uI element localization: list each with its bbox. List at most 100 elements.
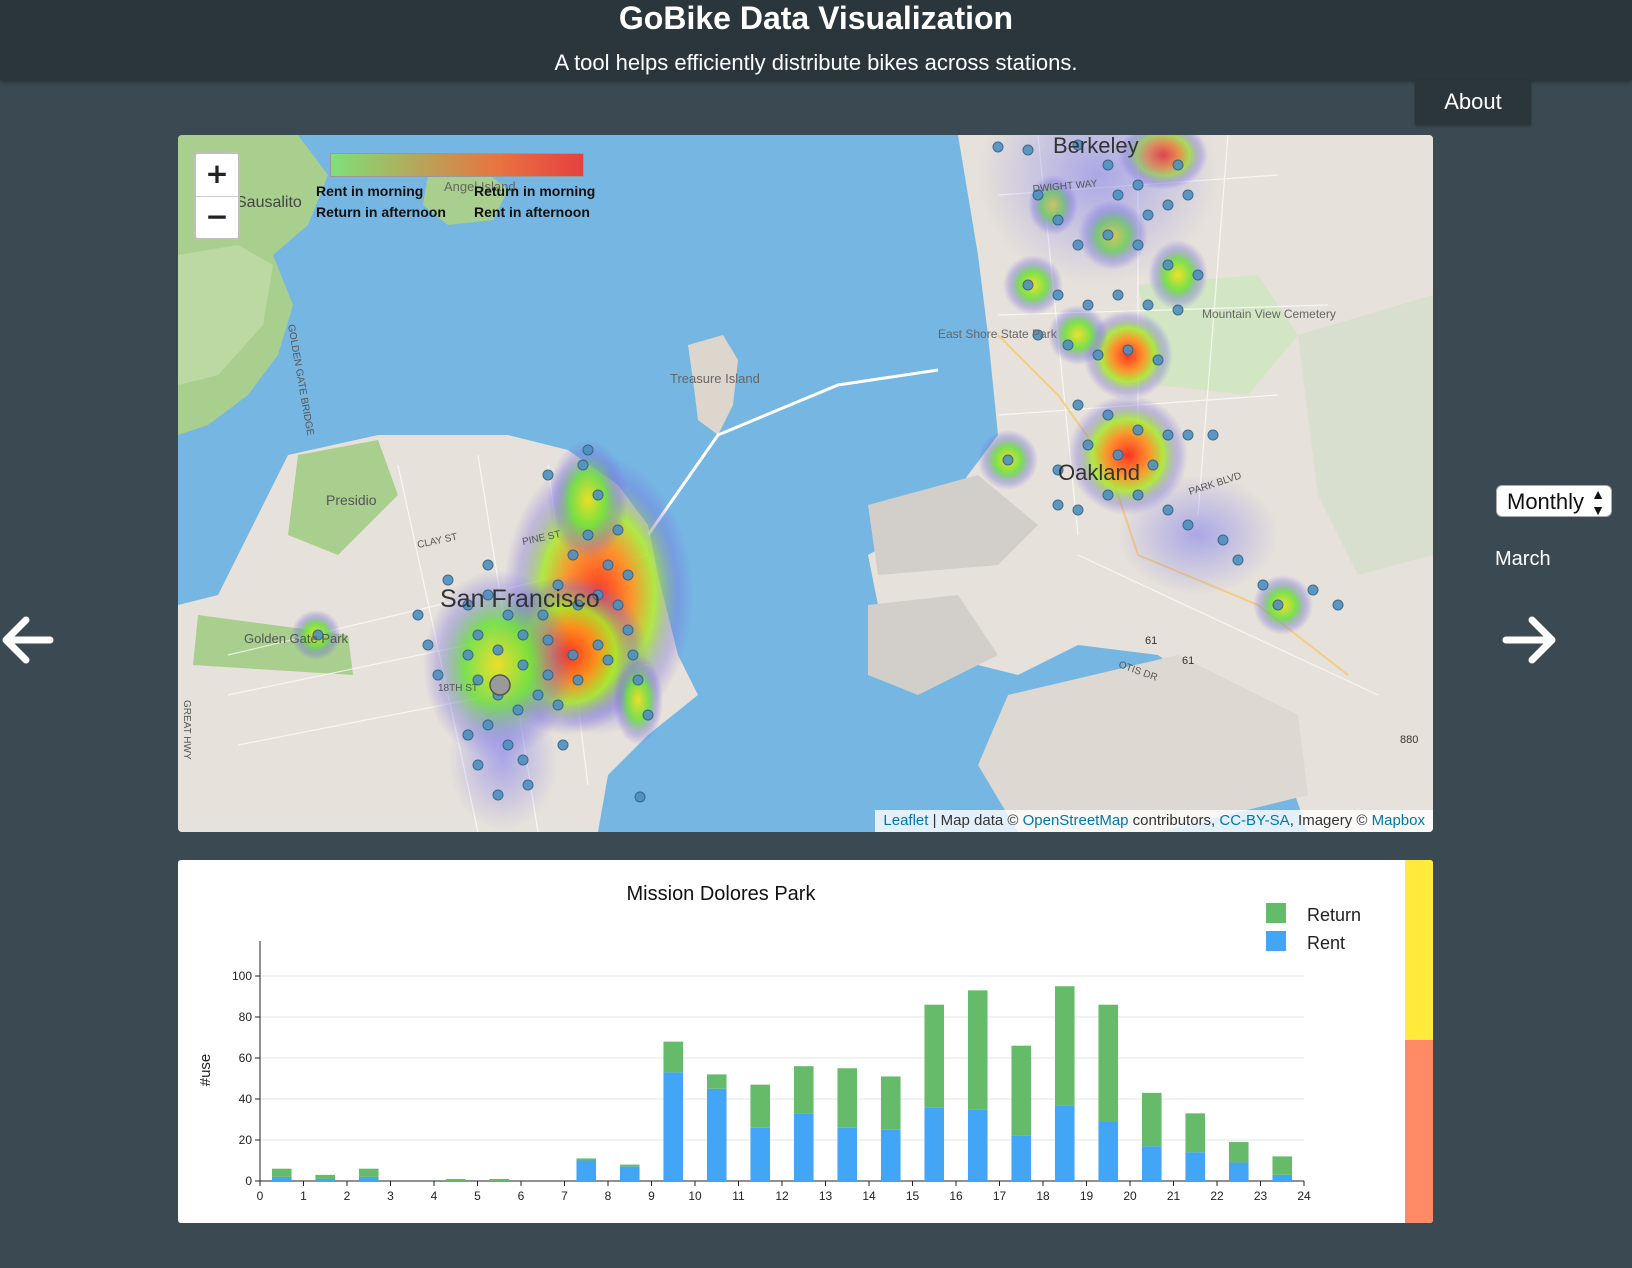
bar-return — [706, 1074, 727, 1089]
bar-rent — [619, 1166, 640, 1181]
x-tick-label: 19 — [1080, 1189, 1094, 1203]
status-strip-bottom — [1405, 1040, 1433, 1223]
bar-rent — [271, 1176, 292, 1181]
x-tick-label: 8 — [605, 1189, 612, 1203]
x-tick-label: 0 — [257, 1189, 264, 1203]
bar-return — [315, 1174, 336, 1179]
svg-text:Sausalito: Sausalito — [236, 194, 302, 211]
bar-rent — [315, 1178, 336, 1181]
y-tick-label: 40 — [239, 1092, 253, 1106]
svg-text:880: 880 — [1400, 734, 1418, 746]
x-tick-label: 22 — [1210, 1189, 1224, 1203]
x-tick-label: 9 — [648, 1189, 655, 1203]
osm-link[interactable]: OpenStreetMap — [1023, 812, 1129, 829]
y-tick-label: 80 — [239, 1010, 253, 1024]
zoom-out-button[interactable]: − — [196, 196, 238, 239]
mapbox-link[interactable]: Mapbox — [1372, 812, 1425, 829]
svg-text:Treasure Island: Treasure Island — [670, 371, 760, 386]
bar-return — [445, 1178, 466, 1181]
legend-left-bottom: Return in afternoon — [316, 204, 446, 220]
bar-rent — [1185, 1152, 1206, 1181]
bar-return — [1141, 1092, 1162, 1147]
x-tick-label: 3 — [387, 1189, 394, 1203]
x-tick-label: 14 — [862, 1189, 876, 1203]
bar-return — [358, 1168, 379, 1177]
zoom-in-button[interactable]: + — [196, 154, 238, 196]
about-button[interactable]: About — [1415, 80, 1531, 124]
svg-text:Presidio: Presidio — [326, 492, 377, 508]
attribution-text: contributors, — [1128, 812, 1220, 829]
legend-left-top: Rent in morning — [316, 183, 424, 199]
period-select[interactable]: Monthly ▲ ▼ — [1496, 485, 1612, 518]
bar-return — [576, 1158, 597, 1161]
bar-rent — [1272, 1174, 1293, 1181]
x-tick-label: 18 — [1036, 1189, 1050, 1203]
attribution-text: | Map data © — [928, 812, 1023, 829]
x-tick-label: 20 — [1123, 1189, 1137, 1203]
bar-return — [1185, 1113, 1206, 1153]
bar-rent — [924, 1107, 945, 1181]
app-header: GoBike Data Visualization A tool helps e… — [0, 0, 1632, 80]
x-tick-label: 2 — [344, 1189, 351, 1203]
bar-rent — [1054, 1105, 1075, 1181]
bar-rent — [1228, 1162, 1249, 1181]
svg-text:Oakland: Oakland — [1058, 460, 1140, 485]
next-arrow-icon[interactable] — [1500, 612, 1560, 668]
svg-text:GOLDEN GATE BRIDGE: GOLDEN GATE BRIDGE — [285, 324, 315, 437]
page-subtitle: A tool helps efficiently distribute bike… — [554, 50, 1078, 75]
bar-rent — [967, 1109, 988, 1181]
x-tick-label: 24 — [1297, 1189, 1311, 1203]
heatmap-legend-gradient — [330, 153, 584, 177]
bar-return — [1228, 1142, 1249, 1163]
y-tick-label: 0 — [245, 1174, 252, 1188]
bar-return — [1098, 1004, 1119, 1122]
bar-return — [1011, 1045, 1032, 1136]
select-caret-icon: ▲ ▼ — [1591, 486, 1605, 518]
bar-chart: 0204060801000 1 2 3 4 5 6 7 8 9 10 11 12 13 14 15 16 17 18… — [197, 941, 1311, 1203]
svg-text:GREAT HWY: GREAT HWY — [181, 700, 192, 760]
svg-text:18TH ST: 18TH ST — [438, 683, 478, 694]
bar-return — [750, 1084, 771, 1128]
x-tick-label: 16 — [949, 1189, 963, 1203]
previous-arrow-icon[interactable] — [0, 612, 56, 668]
legend-right-top: Return in morning — [474, 183, 596, 199]
bar-return — [837, 1068, 858, 1128]
bar-rent — [706, 1088, 727, 1181]
station-chart-panel: Mission Dolores Park Return Rent 0 20 40 60… — [178, 860, 1433, 1223]
leaflet-link[interactable]: Leaflet — [883, 812, 928, 829]
bar-return — [880, 1076, 901, 1130]
bar-return — [619, 1164, 640, 1167]
y-axis-label: #use — [197, 1054, 214, 1087]
x-tick-label: 5 — [474, 1189, 481, 1203]
x-tick-label: 21 — [1167, 1189, 1181, 1203]
bar-rent — [576, 1160, 597, 1181]
bar-return — [793, 1066, 814, 1114]
bar-return — [1272, 1156, 1293, 1175]
x-tick-label: 12 — [775, 1189, 789, 1203]
x-tick-label: 7 — [561, 1189, 568, 1203]
svg-text:East Shore State Park: East Shore State Park — [938, 327, 1058, 341]
svg-text:Golden Gate Park: Golden Gate Park — [244, 631, 349, 646]
x-tick-label: 6 — [518, 1189, 525, 1203]
bar-return — [967, 990, 988, 1110]
y-tick-label: 20 — [239, 1133, 253, 1147]
bar-rent — [663, 1072, 684, 1181]
legend-right-bottom: Rent in afternoon — [474, 204, 590, 220]
bar-rent — [358, 1176, 379, 1181]
attribution-text: , Imagery © — [1289, 812, 1372, 829]
bar-return — [663, 1041, 684, 1073]
map-view[interactable]: Sausalito Angel Island Treasure Island P… — [178, 135, 1433, 832]
bar-rent — [1098, 1121, 1119, 1181]
cc-by-sa-link[interactable]: CC-BY-SA — [1219, 812, 1289, 829]
y-tick-label: 60 — [239, 1051, 253, 1065]
bar-rent — [1011, 1135, 1032, 1181]
map-attribution: Leaflet | Map data © OpenStreetMap contr… — [875, 810, 1433, 832]
bar-return — [489, 1178, 510, 1181]
x-tick-label: 17 — [993, 1189, 1007, 1203]
x-tick-label: 4 — [431, 1189, 438, 1203]
x-tick-label: 1 — [300, 1189, 307, 1203]
bar-rent — [880, 1129, 901, 1181]
bar-rent — [837, 1127, 858, 1181]
bar-rent — [793, 1113, 814, 1181]
svg-text:Berkeley: Berkeley — [1053, 135, 1139, 158]
